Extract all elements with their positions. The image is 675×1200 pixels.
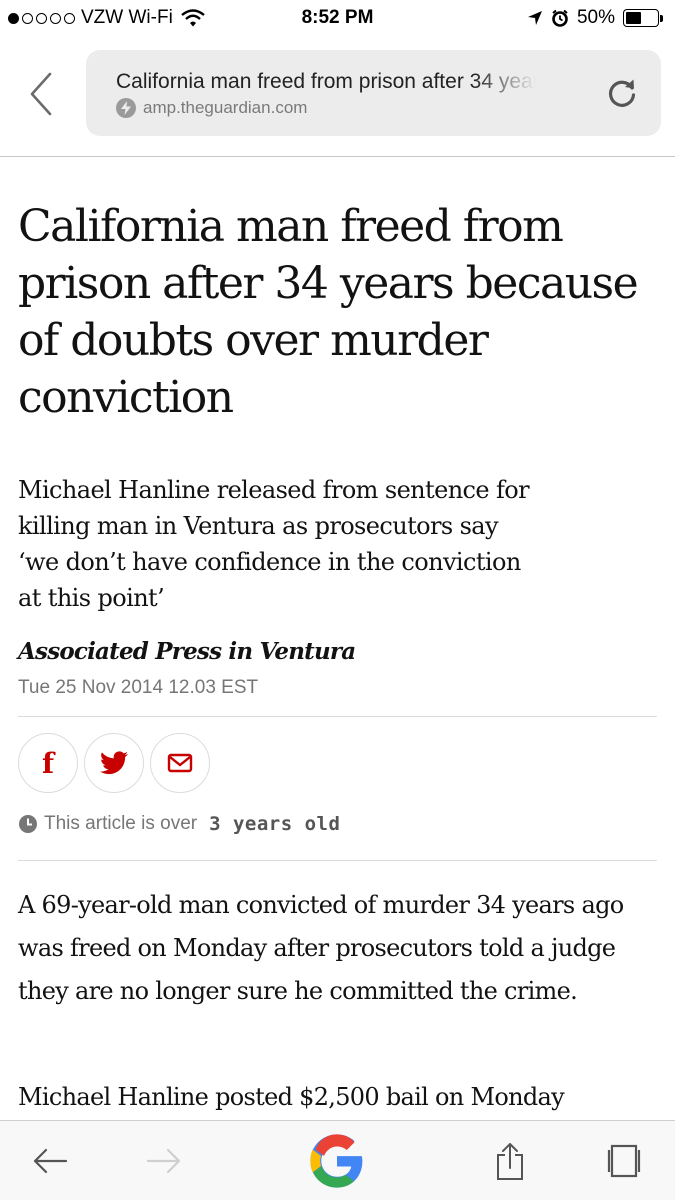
- article-paragraph: Michael Hanline posted $2,500 bail on Mo…: [18, 1083, 565, 1111]
- google-icon: [310, 1134, 363, 1188]
- address-bar[interactable]: California man freed from prison after 3…: [86, 50, 661, 136]
- battery-fill: [626, 12, 641, 24]
- age-notice-value: 3 years old: [209, 813, 341, 835]
- email-share-button[interactable]: [150, 733, 210, 793]
- battery-icon: [623, 9, 663, 27]
- article-byline[interactable]: Associated Press in Ventura: [18, 638, 356, 665]
- back-arrow-icon: [33, 1148, 68, 1174]
- tabs-button[interactable]: [594, 1121, 654, 1200]
- google-button[interactable]: [304, 1121, 370, 1200]
- domain-label: amp.theguardian.com: [143, 98, 308, 117]
- clock-icon: [19, 815, 37, 833]
- divider-bottom: [18, 860, 657, 861]
- reload-icon[interactable]: [605, 76, 639, 110]
- facebook-share-button[interactable]: f: [18, 733, 78, 793]
- forward-arrow-icon: [146, 1148, 181, 1174]
- article-headline: California man freed from prison after 3…: [18, 201, 639, 423]
- article-age-notice: This article is over 3 years old: [18, 813, 340, 835]
- tabs-icon: [607, 1144, 641, 1178]
- share-buttons: f: [18, 733, 210, 793]
- alarm-clock-icon: [552, 9, 568, 27]
- bottom-toolbar: [0, 1120, 675, 1200]
- domain-row: amp.theguardian.com: [116, 98, 307, 118]
- article-standfirst: Michael Hanline released from sentence f…: [18, 476, 530, 612]
- twitter-share-button[interactable]: [84, 733, 144, 793]
- amp-bolt-icon: [116, 98, 136, 118]
- status-right: 50%: [527, 7, 663, 29]
- battery-percent: 50%: [576, 7, 615, 28]
- twitter-icon: [100, 751, 128, 775]
- article-paragraph: A 69-year-old man convicted of murder 34…: [18, 891, 624, 1005]
- back-chevron-icon[interactable]: [26, 70, 56, 118]
- article-date: Tue 25 Nov 2014 12.03 EST: [18, 677, 259, 698]
- divider-top: [18, 716, 657, 717]
- share-button[interactable]: [480, 1121, 540, 1200]
- location-arrow-icon: [527, 11, 542, 25]
- forward-button[interactable]: [134, 1121, 194, 1200]
- back-button[interactable]: [20, 1121, 80, 1200]
- status-bar: VZW Wi-Fi 8:52 PM 50%: [0, 0, 675, 40]
- email-icon: [167, 753, 193, 773]
- page-title-display: California man freed from prison after 3…: [116, 70, 536, 93]
- facebook-icon: f: [41, 746, 55, 780]
- chrome-divider: [0, 156, 675, 157]
- age-notice-prefix: This article is over: [44, 813, 198, 834]
- share-icon: [497, 1143, 523, 1180]
